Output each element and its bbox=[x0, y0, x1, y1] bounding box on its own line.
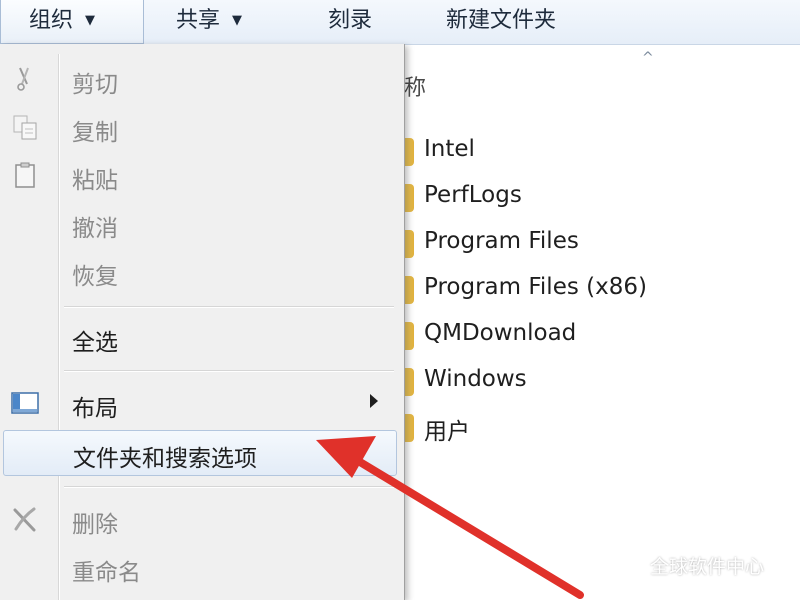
file-name: Intel bbox=[424, 136, 475, 162]
menu-separator bbox=[64, 486, 394, 488]
menu-item-label: 删除 bbox=[72, 512, 118, 538]
column-header-name[interactable]: 称 bbox=[404, 70, 426, 102]
watermark-text: 全球软件中心 bbox=[650, 556, 765, 578]
menu-item-label: 剪切 bbox=[72, 72, 118, 98]
scissors-icon bbox=[17, 67, 29, 91]
file-name: PerfLogs bbox=[424, 182, 522, 208]
share-label: 共享 bbox=[176, 8, 221, 33]
burn-button[interactable]: 刻录 bbox=[328, 0, 372, 44]
menu-item-label: 布局 bbox=[72, 396, 118, 422]
watermark: 全球软件中心 bbox=[618, 552, 764, 582]
dropdown-arrow-icon: ▼ bbox=[232, 13, 243, 28]
menu-item-label: 粘贴 bbox=[72, 168, 118, 194]
file-name: Program Files bbox=[424, 228, 579, 254]
menu-item-label: 复制 bbox=[72, 120, 118, 146]
menu-separator bbox=[64, 306, 394, 308]
menu-item-select-all[interactable]: 全选 bbox=[0, 314, 400, 360]
menu-item-label: 恢复 bbox=[72, 264, 118, 290]
dropdown-arrow-icon: ▼ bbox=[85, 13, 96, 28]
menu-item-label: 撤消 bbox=[72, 216, 118, 242]
file-name: Windows bbox=[424, 366, 527, 392]
file-name: 用户 bbox=[424, 419, 470, 445]
share-button[interactable]: 共享 ▼ bbox=[176, 0, 242, 44]
command-bar: 组织 ▼ 共享 ▼ 刻录 新建文件夹 bbox=[0, 0, 800, 45]
wechat-logo-icon bbox=[619, 557, 645, 576]
menu-item-paste[interactable]: 粘贴 bbox=[0, 152, 400, 198]
copy-icon bbox=[13, 115, 37, 140]
menu-separator bbox=[64, 370, 394, 372]
menu-item-cut[interactable]: 剪切 bbox=[0, 56, 400, 102]
menu-item-undo[interactable]: 撤消 bbox=[0, 200, 400, 246]
file-name: Program Files (x86) bbox=[424, 274, 647, 300]
layout-icon bbox=[11, 392, 39, 414]
menu-item-copy[interactable]: 复制 bbox=[0, 104, 400, 150]
submenu-arrow-icon bbox=[370, 394, 378, 408]
file-name: QMDownload bbox=[424, 320, 577, 346]
menu-item-label: 全选 bbox=[72, 330, 118, 356]
menu-item-rename[interactable]: 重命名 bbox=[0, 544, 400, 590]
new-folder-button[interactable]: 新建文件夹 bbox=[446, 0, 556, 44]
menu-item-redo[interactable]: 恢复 bbox=[0, 248, 400, 294]
sort-ascending-icon: ^ bbox=[642, 50, 654, 66]
delete-x-icon bbox=[13, 507, 36, 532]
new-folder-label: 新建文件夹 bbox=[446, 8, 557, 33]
clipboard-icon bbox=[15, 162, 35, 188]
menu-item-delete[interactable]: 删除 bbox=[0, 496, 400, 542]
menu-item-label: 文件夹和搜索选项 bbox=[73, 446, 257, 472]
organize-label: 组织 bbox=[29, 8, 74, 33]
menu-item-folder-options[interactable]: 文件夹和搜索选项 bbox=[3, 430, 397, 476]
menu-item-label: 重命名 bbox=[72, 560, 141, 586]
burn-label: 刻录 bbox=[328, 8, 373, 33]
organize-button[interactable]: 组织 ▼ bbox=[0, 0, 144, 44]
menu-item-layout[interactable]: 布局 bbox=[0, 380, 400, 426]
organize-menu: 剪切 复制 粘贴 撤消 恢复 全选 布局 文件夹和搜索选项 删除 重命名 bbox=[0, 44, 405, 600]
